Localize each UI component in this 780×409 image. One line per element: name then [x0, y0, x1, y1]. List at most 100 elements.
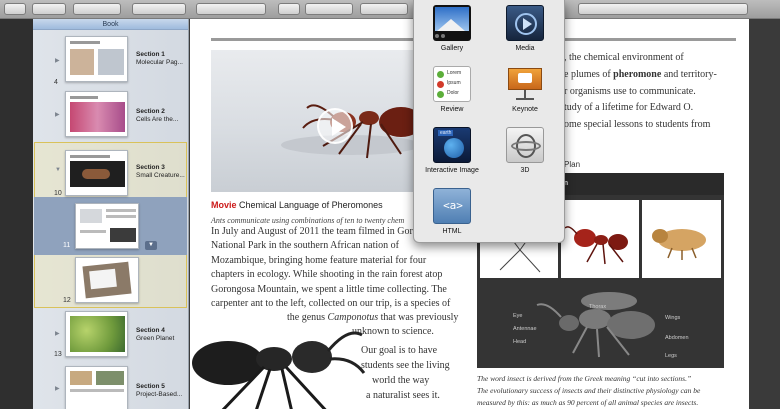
style-dropdown[interactable] — [196, 3, 266, 15]
diagram-label-legs: Legs — [665, 353, 677, 359]
widget-label: Interactive Image — [425, 167, 479, 174]
sidebar-toggle-button[interactable] — [4, 3, 26, 15]
goal-text: Our goal is to have students see the liv… — [361, 345, 450, 401]
body-line: Gorongosa Mountain, we spent a little ti… — [211, 283, 447, 295]
page-number: 10 — [54, 190, 62, 197]
play-button[interactable] — [317, 108, 353, 144]
diagram-label-head: Head — [513, 339, 527, 345]
widget-label: Media — [515, 45, 535, 52]
sidebar-item-section-2[interactable]: ▶ Section 2 Cells Are the... — [33, 91, 188, 146]
keynote-icon — [506, 66, 544, 102]
movie-subcaption: Ants communicate using combinations of t… — [211, 216, 405, 225]
plan-caption-line: The word insect is derived from the Gree… — [477, 374, 692, 383]
toolbar — [0, 0, 780, 19]
section-subtitle: Small Creature... — [136, 172, 185, 179]
widget-interactive-image[interactable]: earth Interactive Image — [419, 124, 485, 180]
page-options-chevron-icon[interactable]: ▼ — [145, 241, 157, 250]
widget-keynote[interactable]: Keynote — [492, 63, 558, 119]
gallery-icon — [433, 5, 471, 41]
section-title: Section 5 — [136, 383, 165, 390]
section-title: Section 1 — [136, 51, 165, 58]
page-12-thumbnail — [75, 257, 139, 303]
larva-photo — [642, 200, 721, 278]
diagram-label-thorax: Thorax — [589, 304, 607, 310]
disclosure-arrow-icon[interactable]: ▼ — [55, 167, 61, 173]
body-line: carpenter ant to the left, collected on … — [211, 298, 451, 310]
diagram-label-wings: Wings — [665, 315, 681, 321]
window-frame-right — [749, 19, 780, 409]
widget-review[interactable]: Lorem Ipsum Dolor Review — [419, 63, 485, 119]
sidebar-item-section-4[interactable]: ▶ 13 Section 4 Green Planet — [33, 311, 188, 361]
widget-html[interactable]: <a> HTML — [419, 185, 485, 241]
widget-3d[interactable]: 3D — [492, 124, 558, 180]
review-icon: Lorem Ipsum Dolor — [433, 66, 471, 102]
layout-dropdown[interactable] — [132, 3, 186, 15]
section-3-thumbnail — [65, 150, 128, 196]
diagram-label-antennae: Antennae — [513, 326, 537, 332]
plan-caption-line: measured by this: as much as 90 percent … — [477, 398, 699, 407]
widget-label: Keynote — [512, 106, 538, 113]
caption-text: Chemical Language of Pheromones — [239, 200, 383, 210]
right-body-line: r organisms use to communicate. — [564, 86, 696, 97]
inspector-buttons[interactable] — [578, 3, 748, 15]
3d-icon — [506, 127, 544, 163]
movie-caption: Movie Chemical Language of Pheromones — [211, 200, 383, 210]
sidebar-item-section-1[interactable]: ▶ 4 Section 1 Molecular Pag... — [33, 36, 188, 91]
page-11-thumbnail — [75, 203, 139, 249]
widget-label: Gallery — [440, 45, 464, 52]
page-number: 11 — [63, 242, 71, 249]
disclosure-arrow-icon[interactable]: ▶ — [55, 385, 60, 392]
section-title: Section 3 — [136, 164, 165, 171]
right-body-line: tudy of a lifetime for Edward O. — [564, 102, 694, 113]
page-number: 13 — [54, 351, 62, 358]
play-icon — [332, 118, 346, 136]
interactive-image-icon: earth — [433, 127, 471, 163]
widget-media[interactable]: Media — [492, 2, 558, 58]
section-subtitle: Green Planet — [136, 335, 175, 342]
sidebar-item-section-5[interactable]: ▶ Section 5 Project-Based... — [33, 366, 188, 409]
right-body-line: , the chemical environment of — [564, 52, 684, 63]
caption-tag: Movie — [211, 200, 237, 210]
diagram-label-abdomen: Abdomen — [665, 335, 689, 341]
section-subtitle: Project-Based... — [136, 391, 183, 398]
book-sidebar: Book ▶ 4 Section 1 Molecular Pag... ▶ Se… — [33, 19, 189, 409]
widget-gallery[interactable]: Gallery — [419, 2, 485, 58]
widget-label: 3D — [520, 167, 530, 174]
widget-label: Review — [440, 106, 464, 113]
right-body-line: e plumes of pheromone and territory- — [564, 69, 717, 80]
page-number: 4 — [54, 79, 58, 86]
text-button[interactable] — [278, 3, 300, 15]
section-4-thumbnail — [65, 311, 128, 357]
html-icon: <a> — [433, 188, 471, 224]
widgets-popover: Gallery Media Lorem Ipsum Dolor Review K… — [413, 0, 565, 243]
toolbar-dropdown[interactable] — [73, 3, 121, 15]
section-subtitle: Cells Are the... — [136, 116, 179, 123]
section-title: Section 4 — [136, 327, 165, 334]
media-icon — [506, 5, 544, 41]
sidebar-item-page-11[interactable]: 11 ▼ — [33, 200, 188, 252]
section-title: Section 2 — [136, 108, 165, 115]
right-body-line: ome special lessons to students from — [564, 119, 711, 130]
page-number: 12 — [63, 297, 71, 304]
shapes-button[interactable] — [305, 3, 353, 15]
widget-label: HTML — [442, 228, 462, 235]
disclosure-arrow-icon[interactable]: ▶ — [55, 330, 60, 337]
plan-caption-line: The evolutionary success of insects and … — [477, 386, 701, 395]
sidebar-item-page-12[interactable]: 12 — [33, 255, 188, 307]
red-ant-photo — [561, 200, 639, 278]
section-5-thumbnail — [65, 366, 128, 409]
body-line: Mozambique, bringing home feature materi… — [211, 254, 427, 266]
disclosure-arrow-icon[interactable]: ▶ — [55, 111, 60, 118]
body-line: chapters in ecology. While shooting in t… — [211, 269, 443, 281]
window-frame-left — [0, 19, 33, 409]
section-2-thumbnail — [65, 91, 128, 137]
section-subtitle: Molecular Pag... — [136, 59, 183, 66]
charts-button[interactable] — [360, 3, 408, 15]
plan-label: Plan — [564, 160, 581, 169]
sidebar-item-section-3[interactable]: ▼ 10 Section 3 Small Creature... — [33, 147, 188, 199]
black-ant-photo — [192, 331, 366, 409]
section-1-thumbnail — [65, 36, 128, 82]
view-toggle-button[interactable] — [32, 3, 66, 15]
disclosure-arrow-icon[interactable]: ▶ — [55, 57, 60, 64]
movie-widget[interactable] — [211, 50, 447, 192]
